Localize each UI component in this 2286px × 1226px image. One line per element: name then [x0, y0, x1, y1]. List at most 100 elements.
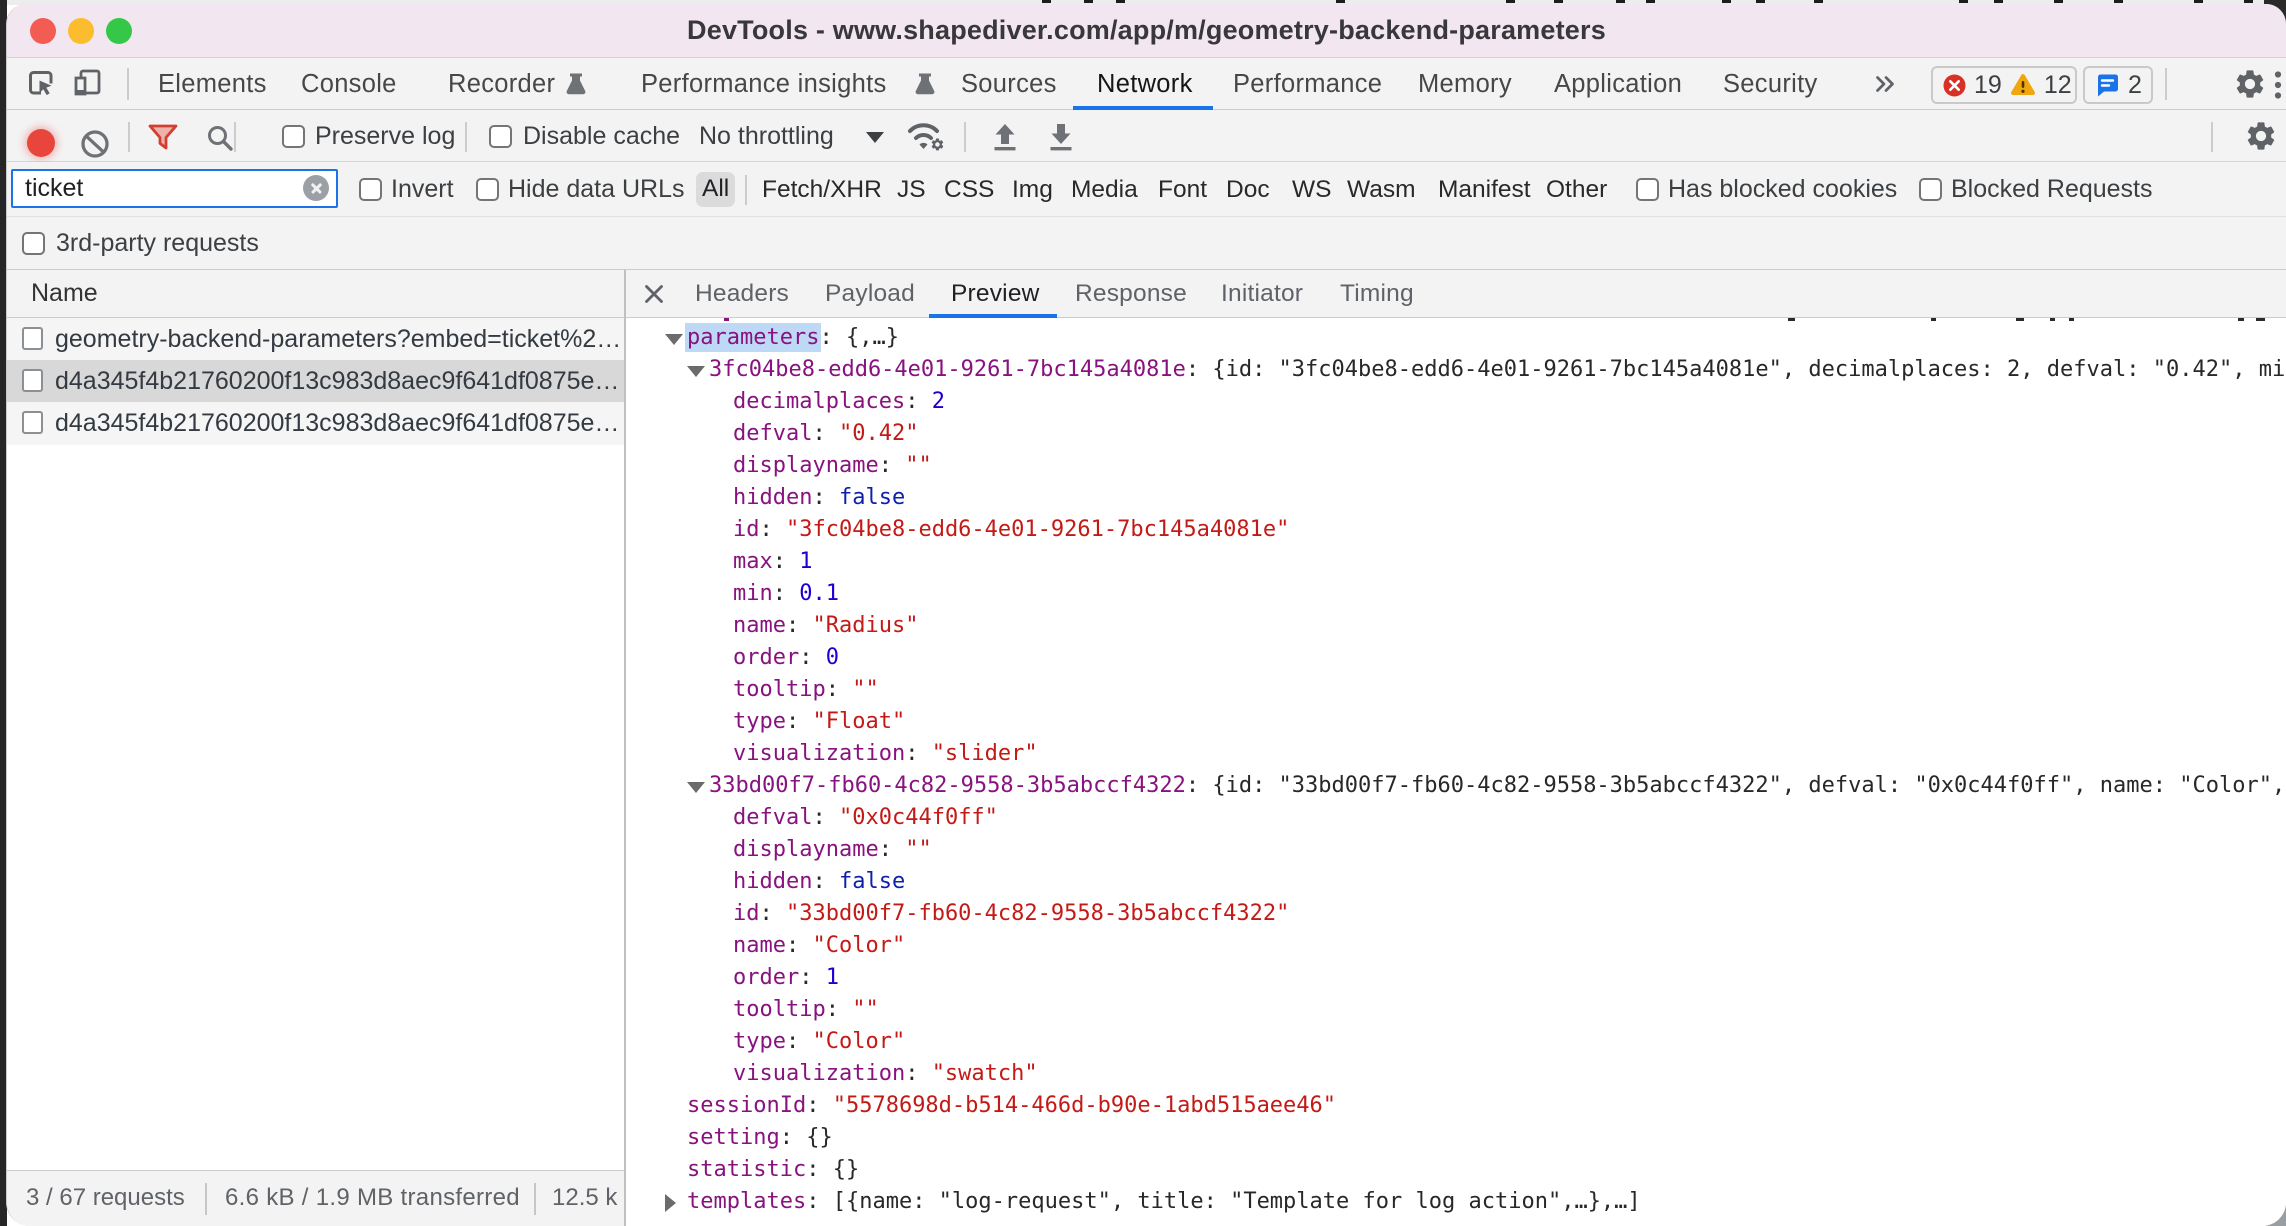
tree-node-type[interactable]: type: "Color" [626, 1026, 2286, 1058]
filter-type-ws[interactable]: WS [1292, 162, 1331, 217]
tab-recorder[interactable]: Recorder [448, 58, 555, 110]
filter-type-font[interactable]: Font [1158, 162, 1207, 217]
disable-cache-checkbox[interactable] [489, 125, 512, 148]
tree-node-3fc04be8-edd6-4e01-9261-7bc145a4081e[interactable]: 3fc04be8-edd6-4e01-9261-7bc145a4081e: {i… [626, 354, 2286, 386]
network-settings-gear-icon[interactable] [2244, 119, 2278, 153]
detail-tab-response[interactable]: Response [1075, 270, 1187, 318]
invert-label[interactable]: Invert [391, 162, 454, 217]
hide-data-urls-label[interactable]: Hide data URLs [508, 162, 684, 217]
tab-memory[interactable]: Memory [1418, 58, 1512, 110]
tab-application[interactable]: Application [1554, 58, 1682, 110]
tree-node-hidden[interactable]: hidden: false [626, 482, 2286, 514]
tree-node-templates[interactable]: templates: [{name: "log-request", title:… [626, 1186, 2286, 1218]
collapse-arrow-icon[interactable] [687, 366, 705, 377]
has-blocked-cookies-checkbox[interactable] [1636, 178, 1659, 201]
tab-security[interactable]: Security [1723, 58, 1818, 110]
tree-node-hidden[interactable]: hidden: false [626, 866, 2286, 898]
request-row-checkbox[interactable] [22, 369, 43, 392]
name-column-header[interactable]: Name [7, 270, 624, 318]
tree-node-name[interactable]: name: "Color" [626, 930, 2286, 962]
inspect-element-icon[interactable] [27, 69, 55, 97]
tab-performance-insights[interactable]: Performance insights [641, 58, 887, 110]
tab-network[interactable]: Network [1097, 58, 1193, 110]
tree-node-setting[interactable]: setting: {} [626, 1122, 2286, 1154]
tree-node-parameters[interactable]: parameters: {,…} [626, 322, 2286, 354]
tree-node-sessionId[interactable]: sessionId: "5578698d-b514-466d-b90e-1abd… [626, 1090, 2286, 1122]
tab-sources[interactable]: Sources [961, 58, 1057, 110]
request-row[interactable]: d4a345f4b21760200f13c983d8aec9f641df0875… [7, 402, 624, 445]
filter-funnel-icon[interactable] [148, 124, 178, 150]
settings-gear-icon[interactable] [2233, 67, 2267, 101]
tree-node-max[interactable]: max: 1 [626, 546, 2286, 578]
detail-tab-preview[interactable]: Preview [951, 270, 1040, 318]
tree-node-statistic[interactable]: statistic: {} [626, 1154, 2286, 1186]
tree-node-order[interactable]: order: 1 [626, 962, 2286, 994]
preserve-log-label[interactable]: Preserve log [315, 110, 455, 162]
search-icon[interactable] [206, 124, 234, 152]
disable-cache-label[interactable]: Disable cache [523, 110, 680, 162]
blocked-requests-checkbox[interactable] [1919, 178, 1942, 201]
kebab-menu-icon[interactable] [2273, 68, 2283, 102]
close-detail-icon[interactable] [643, 283, 665, 305]
tree-node-defval[interactable]: defval: "0.42" [626, 418, 2286, 450]
filter-type-css[interactable]: CSS [944, 162, 994, 217]
device-toolbar-icon[interactable] [73, 68, 103, 98]
request-row[interactable]: geometry-backend-parameters?embed=ticket… [7, 318, 624, 360]
third-party-checkbox[interactable] [22, 232, 45, 255]
clear-network-log-icon[interactable] [81, 130, 109, 158]
tab-elements[interactable]: Elements [158, 58, 267, 110]
tree-node-type[interactable]: type: "Float" [626, 706, 2286, 738]
network-conditions-icon[interactable] [906, 119, 950, 155]
filter-type-media[interactable]: Media [1071, 162, 1138, 217]
filter-type-manifest[interactable]: Manifest [1438, 162, 1531, 217]
tree-node-displayname[interactable]: displayname: "" [626, 834, 2286, 866]
filter-type-other[interactable]: Other [1546, 162, 1607, 217]
detail-tab-initiator[interactable]: Initiator [1221, 270, 1303, 318]
hide-data-urls-checkbox[interactable] [476, 178, 499, 201]
throttling-select[interactable]: No throttling [699, 110, 834, 162]
collapse-arrow-icon[interactable] [687, 782, 705, 793]
tree-node-id[interactable]: id: "3fc04be8-edd6-4e01-9261-7bc145a4081… [626, 514, 2286, 546]
filter-type-doc[interactable]: Doc [1226, 162, 1270, 217]
errors-warnings-badge[interactable]: 19 12 [1931, 66, 2077, 104]
clear-filter-icon[interactable] [303, 175, 329, 201]
third-party-label[interactable]: 3rd-party requests [56, 217, 259, 270]
import-har-icon[interactable] [991, 122, 1019, 152]
blocked-requests-label[interactable]: Blocked Requests [1951, 162, 2153, 217]
tree-node-min[interactable]: min: 0.1 [626, 578, 2286, 610]
filter-type-all[interactable]: All [696, 172, 735, 207]
expand-arrow-icon[interactable] [665, 1194, 676, 1212]
filter-type-fetchxhr[interactable]: Fetch/XHR [762, 162, 882, 217]
more-tabs-icon[interactable] [1873, 72, 1897, 96]
request-row-checkbox[interactable] [22, 327, 43, 350]
request-row-checkbox[interactable] [22, 411, 43, 434]
tab-console[interactable]: Console [301, 58, 397, 110]
export-har-icon[interactable] [1047, 122, 1075, 152]
tree-node-tooltip[interactable]: tooltip: "" [626, 674, 2286, 706]
collapse-arrow-icon[interactable] [665, 334, 683, 345]
filter-input[interactable]: ticket [11, 169, 338, 208]
issues-badge[interactable]: 2 [2083, 66, 2153, 104]
detail-tab-headers[interactable]: Headers [695, 270, 789, 318]
tree-node-visualization[interactable]: visualization: "swatch" [626, 1058, 2286, 1090]
record-button[interactable] [27, 129, 55, 157]
throttling-dropdown-arrow-icon[interactable] [866, 132, 884, 143]
tree-node-33bd00f7-fb60-4c82-9558-3b5abccf4322[interactable]: 33bd00f7-fb60-4c82-9558-3b5abccf4322: {i… [626, 770, 2286, 802]
tree-node-tooltip[interactable]: tooltip: "" [626, 994, 2286, 1026]
tree-node-name[interactable]: name: "Radius" [626, 610, 2286, 642]
tree-node-defval[interactable]: defval: "0x0c44f0ff" [626, 802, 2286, 834]
has-blocked-cookies-label[interactable]: Has blocked cookies [1668, 162, 1897, 217]
request-row[interactable]: d4a345f4b21760200f13c983d8aec9f641df0875… [7, 360, 624, 402]
invert-checkbox[interactable] [359, 178, 382, 201]
tree-node-displayname[interactable]: displayname: "" [626, 450, 2286, 482]
detail-tab-payload[interactable]: Payload [825, 270, 915, 318]
tree-node-visualization[interactable]: visualization: "slider" [626, 738, 2286, 770]
tree-node-order[interactable]: order: 0 [626, 642, 2286, 674]
filter-type-wasm[interactable]: Wasm [1347, 162, 1416, 217]
filter-type-js[interactable]: JS [897, 162, 926, 217]
filter-type-img[interactable]: Img [1012, 162, 1053, 217]
preserve-log-checkbox[interactable] [282, 125, 305, 148]
detail-tab-timing[interactable]: Timing [1340, 270, 1414, 318]
tree-node-decimalplaces[interactable]: decimalplaces: 2 [626, 386, 2286, 418]
tree-node-id[interactable]: id: "33bd00f7-fb60-4c82-9558-3b5abccf432… [626, 898, 2286, 930]
